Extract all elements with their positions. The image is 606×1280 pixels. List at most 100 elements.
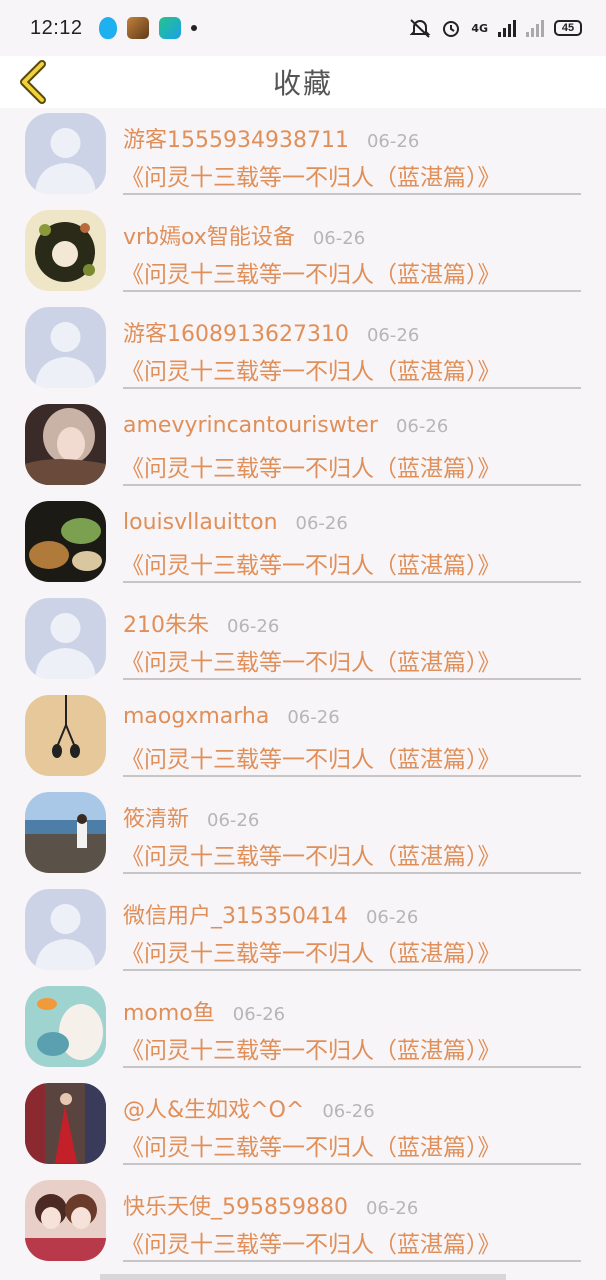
anime-couple-avatar[interactable] — [25, 1180, 106, 1261]
alarm-clock-icon — [443, 21, 460, 37]
video-app-icon — [158, 17, 181, 39]
username[interactable]: 筱清新 — [123, 801, 189, 833]
default-avatar[interactable] — [25, 307, 106, 388]
username[interactable]: 快乐天使_595859880 — [123, 1189, 348, 1221]
default-avatar[interactable] — [25, 598, 106, 679]
work-title[interactable]: 《问灵十三载等一不归人（蓝湛篇）》 — [121, 740, 501, 774]
back-chevron-icon — [20, 60, 46, 104]
work-title[interactable]: 《问灵十三载等一不归人（蓝湛篇）》 — [121, 1225, 501, 1259]
floral-avatar[interactable] — [25, 210, 106, 291]
status-time: 12:12 — [30, 16, 83, 39]
divider — [123, 484, 581, 486]
item-header: momo鱼 06-26 — [123, 995, 285, 1027]
list-item[interactable]: louisvllauitton 06-26 《问灵十三载等一不归人（蓝湛篇）》 — [0, 496, 606, 593]
divider — [123, 1163, 581, 1165]
date: 06-26 — [227, 616, 280, 637]
list-item[interactable]: 筱清新 06-26 《问灵十三载等一不归人（蓝湛篇）》 — [0, 787, 606, 884]
list-item[interactable]: 游客1608913627310 06-26 《问灵十三载等一不归人（蓝湛篇）》 — [0, 302, 606, 399]
divider — [123, 387, 581, 389]
username[interactable]: maogxmarha — [123, 704, 269, 729]
divider — [123, 193, 581, 195]
work-title[interactable]: 《问灵十三载等一不归人（蓝湛篇）》 — [121, 255, 501, 289]
favorites-list: 游客1555934938711 06-26 《问灵十三载等一不归人（蓝湛篇）》 … — [0, 108, 606, 1272]
list-item[interactable]: vrb嫣ox智能设备 06-26 《问灵十三载等一不归人（蓝湛篇）》 — [0, 205, 606, 302]
item-header: amevyrincantouriswter 06-26 — [123, 413, 448, 438]
work-title[interactable]: 《问灵十三载等一不归人（蓝湛篇）》 — [121, 934, 501, 968]
divider — [123, 581, 581, 583]
list-item[interactable]: 快乐天使_595859880 06-26 《问灵十三载等一不归人（蓝湛篇）》 — [0, 1175, 606, 1272]
username[interactable]: momo鱼 — [123, 995, 215, 1027]
signal-strength-secondary-icon — [526, 19, 544, 37]
work-title[interactable]: 《问灵十三载等一不归人（蓝湛篇）》 — [121, 158, 501, 192]
date: 06-26 — [395, 416, 449, 437]
list-item[interactable]: @人&生如戏^O^ 06-26 《问灵十三载等一不归人（蓝湛篇）》 — [0, 1078, 606, 1175]
username[interactable]: amevyrincantouriswter — [123, 413, 378, 438]
date: 06-26 — [295, 513, 348, 534]
default-avatar[interactable] — [25, 889, 106, 970]
date: 06-26 — [322, 1101, 375, 1122]
battery-icon: 45 — [554, 20, 582, 36]
food-photo-avatar[interactable] — [25, 501, 106, 582]
divider — [123, 872, 581, 874]
item-header: louisvllauitton 06-26 — [123, 510, 348, 535]
item-header: 游客1555934938711 06-26 — [123, 122, 419, 154]
divider — [123, 775, 581, 777]
mute-bell-icon — [409, 19, 431, 38]
list-item[interactable]: 210朱朱 06-26 《问灵十三载等一不归人（蓝湛篇）》 — [0, 593, 606, 690]
item-header: maogxmarha 06-26 — [123, 704, 340, 729]
list-item[interactable]: momo鱼 06-26 《问灵十三载等一不归人（蓝湛篇）》 — [0, 981, 606, 1078]
red-dress-photo-avatar[interactable] — [25, 1083, 106, 1164]
item-header: 游客1608913627310 06-26 — [123, 316, 419, 348]
status-bar: 12:12 4G 45 — [0, 0, 606, 56]
username[interactable]: louisvllauitton — [123, 510, 278, 535]
item-header: vrb嫣ox智能设备 06-26 — [123, 219, 365, 251]
work-title[interactable]: 《问灵十三载等一不归人（蓝湛篇）》 — [121, 837, 501, 871]
item-header: 筱清新 06-26 — [123, 801, 259, 833]
signal-strength-icon — [498, 19, 516, 37]
earphone-avatar[interactable] — [25, 695, 106, 776]
username[interactable]: vrb嫣ox智能设备 — [123, 219, 295, 251]
divider — [123, 678, 581, 680]
work-title[interactable]: 《问灵十三载等一不归人（蓝湛篇）》 — [121, 1031, 501, 1065]
page-title: 收藏 — [272, 67, 333, 100]
item-header: 快乐天使_595859880 06-26 — [123, 1189, 418, 1221]
item-header: @人&生如戏^O^ 06-26 — [123, 1092, 375, 1124]
anime-fish-avatar[interactable] — [25, 986, 106, 1067]
username[interactable]: 210朱朱 — [123, 607, 209, 639]
work-title[interactable]: 《问灵十三载等一不归人（蓝湛篇）》 — [121, 1128, 501, 1162]
work-title[interactable]: 《问灵十三载等一不归人（蓝湛篇）》 — [121, 449, 501, 483]
network-type: 4G — [471, 21, 488, 35]
date: 06-26 — [366, 131, 420, 152]
date: 06-26 — [365, 1198, 419, 1219]
work-title[interactable]: 《问灵十三载等一不归人（蓝湛篇）》 — [121, 643, 501, 677]
system-icons: 4G 45 — [409, 18, 582, 38]
list-item[interactable]: maogxmarha 06-26 《问灵十三载等一不归人（蓝湛篇）》 — [0, 690, 606, 787]
date: 06-26 — [312, 228, 366, 249]
header: 收藏 — [0, 56, 606, 108]
date: 06-26 — [365, 907, 419, 928]
more-notifications-dot-icon — [190, 25, 197, 31]
default-avatar[interactable] — [25, 113, 106, 194]
date: 06-26 — [366, 325, 420, 346]
username[interactable]: 游客1555934938711 — [123, 122, 349, 154]
beach-photo-avatar[interactable] — [25, 792, 106, 873]
list-item[interactable]: amevyrincantouriswter 06-26 《问灵十三载等一不归人（… — [0, 399, 606, 496]
list-item[interactable]: 微信用户_315350414 06-26 《问灵十三载等一不归人（蓝湛篇）》 — [0, 884, 606, 981]
item-header: 210朱朱 06-26 — [123, 607, 279, 639]
list-item[interactable]: 游客1555934938711 06-26 《问灵十三载等一不归人（蓝湛篇）》 — [0, 108, 606, 205]
item-header: 微信用户_315350414 06-26 — [123, 898, 418, 930]
qq-icon — [98, 17, 117, 39]
username[interactable]: @人&生如戏^O^ — [123, 1092, 304, 1124]
username[interactable]: 微信用户_315350414 — [123, 898, 348, 930]
partial-next-item — [100, 1274, 506, 1280]
date: 06-26 — [207, 810, 260, 831]
divider — [123, 969, 581, 971]
work-title[interactable]: 《问灵十三载等一不归人（蓝湛篇）》 — [121, 352, 501, 386]
username[interactable]: 游客1608913627310 — [123, 316, 349, 348]
notification-icons — [98, 17, 197, 39]
back-button[interactable] — [14, 58, 54, 106]
date: 06-26 — [287, 707, 340, 728]
work-title[interactable]: 《问灵十三载等一不归人（蓝湛篇）》 — [121, 546, 501, 580]
divider — [123, 1066, 581, 1068]
girl-photo-avatar[interactable] — [25, 404, 106, 485]
